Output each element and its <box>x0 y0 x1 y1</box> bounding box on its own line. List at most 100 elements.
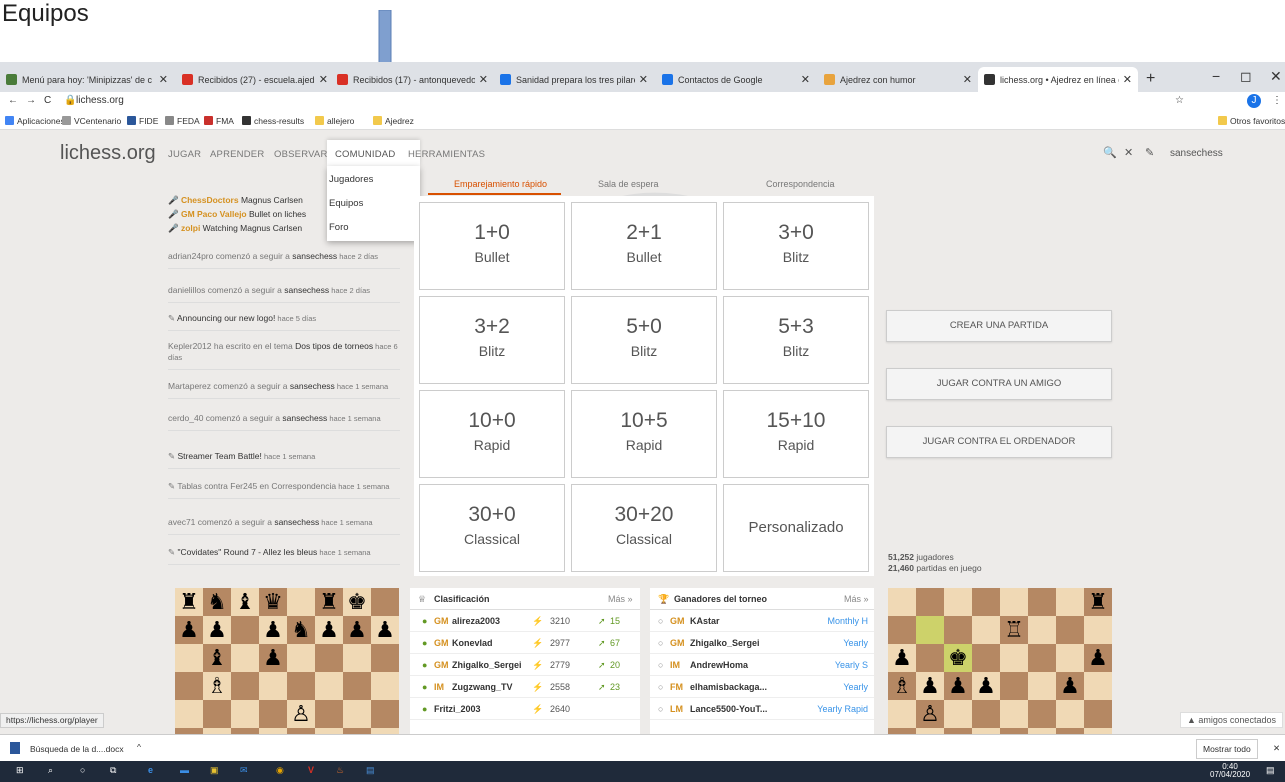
timeline-link[interactable]: sansechess <box>282 413 327 423</box>
timeline-entry[interactable]: Martaperez comenzó a seguir a sansechess… <box>168 381 400 399</box>
pool-1-0[interactable]: 1+0 Bullet <box>419 202 565 290</box>
pool-15-10[interactable]: 15+10 Rapid <box>723 390 869 478</box>
timeline-entry[interactable]: ✎ Streamer Team Battle! hace 1 semana <box>168 451 400 469</box>
timeline-link[interactable]: sansechess <box>292 251 337 261</box>
timeline-entry[interactable]: ✎ Tablas contra Fer245 en Correspondenci… <box>168 481 400 499</box>
timeline-entry[interactable]: 🎤 zolpi Watching Magnus Carlsen <box>168 223 400 240</box>
pool-5-0[interactable]: 5+0 Blitz <box>571 296 717 384</box>
tv-board-right[interactable]: ♜ ♖ ♟ ♚ ♟ ♗ ♟ ♟ ♟ ♟ ♙ <box>888 588 1112 734</box>
timeline-link[interactable]: sansechess <box>284 285 329 295</box>
create-game-button[interactable]: CREAR UNA PARTIDA <box>886 310 1112 342</box>
player-name[interactable]: AndrewHoma <box>690 660 748 670</box>
timeline-entry[interactable]: ✎ Announcing our new logo! hace 5 días <box>168 313 400 331</box>
bookmark-item[interactable]: FEDA <box>165 116 200 126</box>
tournament-link[interactable]: Yearly <box>843 682 868 692</box>
timeline-entry[interactable]: cerdo_40 comenzó a seguir a sansechess h… <box>168 413 400 431</box>
player-name[interactable]: Zugzwang_TV <box>452 682 513 692</box>
player-name[interactable]: alireza2003 <box>452 616 500 626</box>
back-icon[interactable]: ← <box>8 95 18 106</box>
star-icon[interactable]: ☆ <box>1175 95 1184 106</box>
close-tab-icon[interactable]: ✕ <box>801 73 810 86</box>
store-icon[interactable]: ▣ <box>210 765 219 776</box>
document-icon[interactable]: ▤ <box>366 765 375 776</box>
bookmark-item[interactable]: VCentenario <box>62 116 121 126</box>
leaderboard-row[interactable]: ● Fritzi_2003 ⚡ 2640 <box>410 698 640 720</box>
leaderboard-more-link[interactable]: Más » <box>608 594 633 604</box>
winners-more-link[interactable]: Más » <box>844 594 869 604</box>
close-tab-icon[interactable]: ✕ <box>159 73 168 86</box>
close-tab-icon[interactable]: ✕ <box>479 73 488 86</box>
winners-row[interactable]: ○ GM Zhigalko_Sergei Yearly <box>650 632 874 654</box>
winners-row[interactable]: ○ GM KAstar Monthly H <box>650 610 874 632</box>
leaderboard-row[interactable]: ● GM Zhigalko_Sergei ⚡ 2779 ➚ 20 <box>410 654 640 676</box>
timeline-link[interactable]: sansechess <box>274 517 319 527</box>
leaderboard-row[interactable]: ● IM Zugzwang_TV ⚡ 2558 ➚ 23 <box>410 676 640 698</box>
pool-2-1[interactable]: 2+1 Bullet <box>571 202 717 290</box>
player-name[interactable]: elhamisbackaga... <box>690 682 767 692</box>
pool-personalizado[interactable]: Personalizado <box>723 484 869 572</box>
cortana-icon[interactable]: ○ <box>80 765 85 775</box>
bookmark-item[interactable]: chess-results <box>242 116 304 126</box>
browser-tab[interactable]: Menú para hoy: 'Minipizzas' de c ✕ <box>0 67 174 92</box>
timeline-link[interactable]: Bullet on liches <box>247 209 306 219</box>
tv-board-left[interactable]: ♜ ♞ ♝ ♛ ♜ ♚ ♟ ♟ ♟ ♞ ♟ ♟ ♟ ♝ ♟ ♗ ♙ <box>175 588 399 734</box>
url-field[interactable]: lichess.org <box>76 95 124 106</box>
close-tab-icon[interactable]: ✕ <box>1123 73 1132 86</box>
reload-icon[interactable]: C <box>44 95 51 106</box>
pool-tab[interactable]: Sala de espera <box>598 179 659 189</box>
nav-item[interactable]: COMUNIDAD <box>335 149 395 160</box>
search-icon[interactable]: 🔍 <box>1103 146 1117 159</box>
profile-avatar[interactable]: J <box>1247 94 1261 108</box>
bookmark-item[interactable]: FIDE <box>127 116 158 126</box>
chevron-up-icon[interactable]: ^ <box>137 742 141 752</box>
task-view-icon[interactable]: ⧉ <box>110 765 116 776</box>
close-icon[interactable]: ✕ <box>1124 146 1133 159</box>
pool-30-20[interactable]: 30+20 Classical <box>571 484 717 572</box>
nav-item[interactable]: HERRAMIENTAS <box>408 149 485 160</box>
notifications-icon[interactable]: ✎ <box>1145 146 1154 159</box>
pool-3-2[interactable]: 3+2 Blitz <box>419 296 565 384</box>
timeline-link[interactable]: sansechess <box>290 381 335 391</box>
close-window-icon[interactable]: ✕ <box>1270 68 1282 85</box>
download-file[interactable]: Búsqueda de la d....docx <box>30 744 124 754</box>
tournament-link[interactable]: Yearly S <box>835 660 868 670</box>
pool-tab[interactable]: Emparejamiento rápido <box>454 179 547 189</box>
search-icon[interactable]: ⌕ <box>48 765 53 776</box>
player-name[interactable]: Fritzi_2003 <box>434 704 481 714</box>
site-logo[interactable]: lichess.org <box>60 142 156 165</box>
nav-item[interactable]: JUGAR <box>168 149 201 160</box>
timeline-entry[interactable]: ✎ "Covidates" Round 7 - Allez les bleus … <box>168 547 400 565</box>
menu-icon[interactable]: ⋮ <box>1272 95 1282 106</box>
browser-tab[interactable]: Recibidos (17) - antonquevedo@ ✕ <box>331 67 494 92</box>
mail-icon[interactable]: ✉ <box>240 765 248 776</box>
timeline-link[interactable]: Watching Magnus Carlsen <box>200 223 302 233</box>
player-name[interactable]: Konevlad <box>452 638 493 648</box>
show-all-button[interactable]: Mostrar todo <box>1196 739 1258 759</box>
bookmark-item[interactable]: allejero <box>315 116 354 126</box>
pool-tab[interactable]: Correspondencia <box>766 179 835 189</box>
notifications-icon[interactable]: ▤ <box>1266 765 1275 776</box>
timeline-link[interactable]: Magnus Carlsen <box>239 195 303 205</box>
chrome-icon[interactable]: ◉ <box>276 765 284 776</box>
pool-10-5[interactable]: 10+5 Rapid <box>571 390 717 478</box>
timeline-entry[interactable]: Kepler2012 ha escrito en el tema Dos tip… <box>168 341 400 370</box>
bookmark-item[interactable]: Ajedrez <box>373 116 414 126</box>
timeline-entry[interactable]: adrian24pro comenzó a seguir a sanseches… <box>168 251 400 269</box>
browser-tab[interactable]: Contactos de Google ✕ <box>656 67 816 92</box>
friends-online[interactable]: ▲ amigos conectados <box>1180 712 1283 728</box>
close-icon[interactable]: ✕ <box>1273 743 1280 754</box>
leaderboard-row[interactable]: ● GM alireza2003 ⚡ 3210 ➚ 15 <box>410 610 640 632</box>
app-icon[interactable]: ♨ <box>336 765 344 776</box>
pool-3-0[interactable]: 3+0 Blitz <box>723 202 869 290</box>
tournament-link[interactable]: Yearly Rapid <box>817 704 868 714</box>
tournament-link[interactable]: Monthly H <box>827 616 868 626</box>
new-tab-button[interactable]: + <box>1146 70 1155 88</box>
play-computer-button[interactable]: JUGAR CONTRA EL ORDENADOR <box>886 426 1112 458</box>
nav-item[interactable]: OBSERVAR <box>274 149 328 160</box>
file-explorer-icon[interactable]: ▬ <box>180 765 189 775</box>
maximize-icon[interactable]: ◻ <box>1240 68 1252 85</box>
pool-30-0[interactable]: 30+0 Classical <box>419 484 565 572</box>
player-name[interactable]: Zhigalko_Sergei <box>452 660 522 670</box>
browser-tab[interactable]: lichess.org • Ajedrez en línea gra ✕ <box>978 67 1138 92</box>
play-friend-button[interactable]: JUGAR CONTRA UN AMIGO <box>886 368 1112 400</box>
